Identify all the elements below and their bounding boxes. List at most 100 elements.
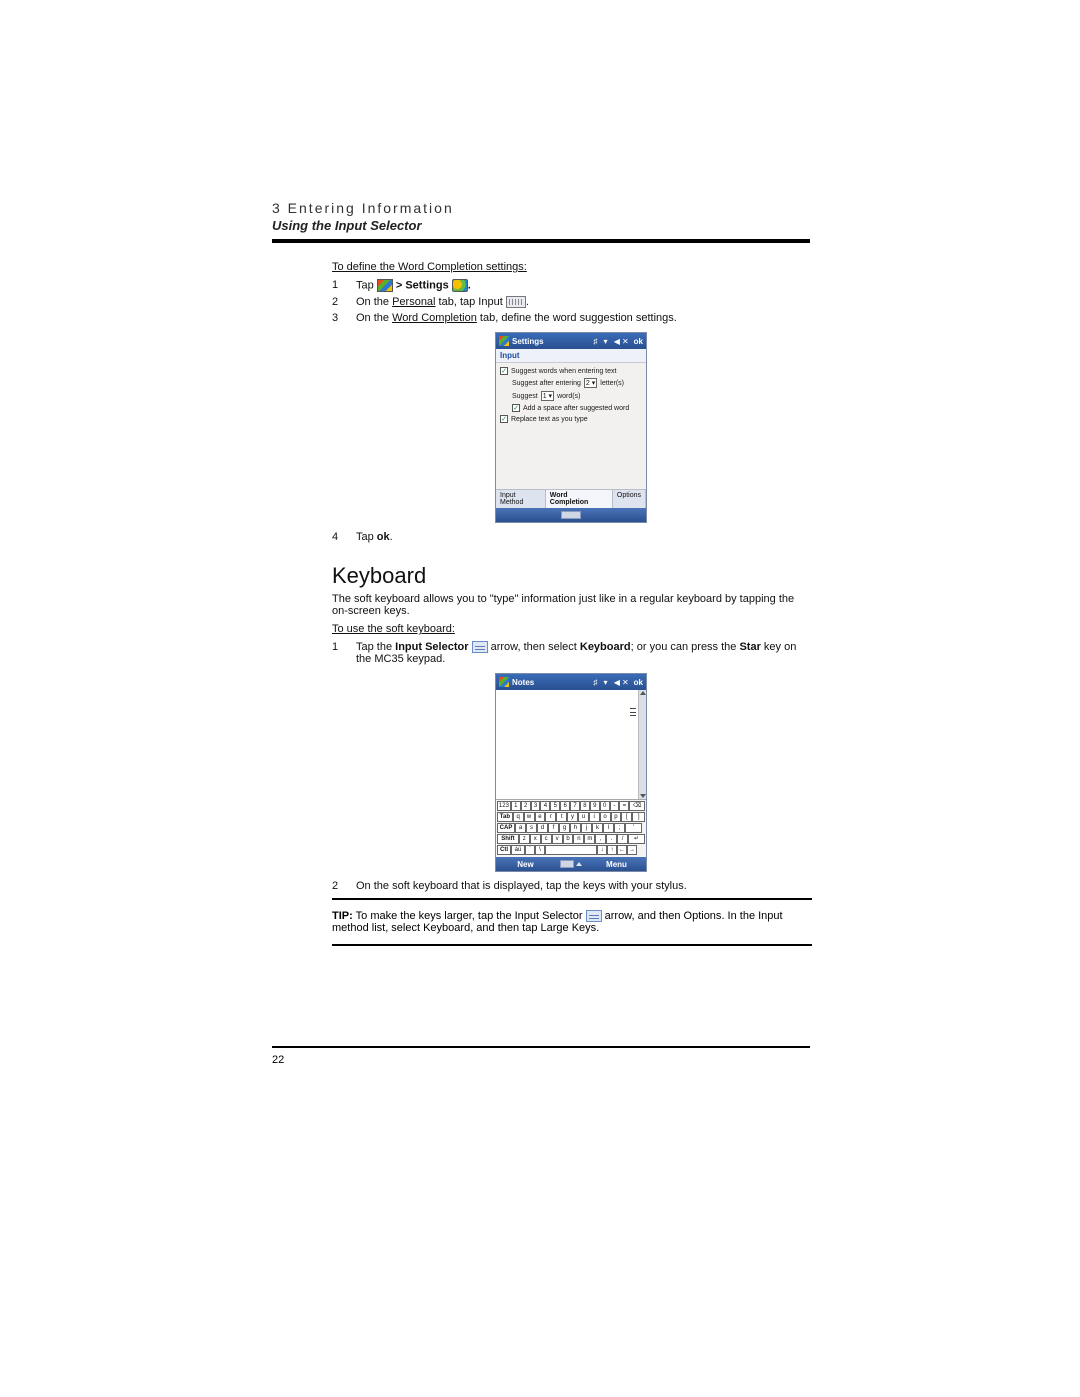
- start-icon: [499, 677, 509, 687]
- key-c[interactable]: c: [541, 834, 552, 844]
- key-↵[interactable]: ↵: [628, 834, 645, 844]
- key-m[interactable]: m: [584, 834, 595, 844]
- key--[interactable]: -: [610, 801, 620, 811]
- key-=[interactable]: =: [619, 801, 629, 811]
- key-←[interactable]: ←: [617, 845, 627, 855]
- key-Ctl[interactable]: Ctl: [497, 845, 511, 855]
- checkbox[interactable]: ✓: [512, 404, 520, 412]
- key-l[interactable]: l: [603, 823, 614, 833]
- key-t[interactable]: t: [556, 812, 567, 822]
- key-`[interactable]: `: [525, 845, 535, 855]
- key-j[interactable]: j: [581, 823, 592, 833]
- input-selector-icon: [472, 641, 488, 653]
- dropdown[interactable]: 1 ▾: [541, 391, 554, 401]
- key-u[interactable]: u: [578, 812, 589, 822]
- start-icon: [377, 279, 393, 292]
- ok-button[interactable]: ok: [634, 678, 643, 687]
- key-CAP[interactable]: CAP: [497, 823, 515, 833]
- key-space[interactable]: [545, 845, 597, 855]
- key-v[interactable]: v: [552, 834, 563, 844]
- key-.[interactable]: .: [606, 834, 617, 844]
- key-[[interactable]: [: [621, 812, 632, 822]
- key-1[interactable]: 1: [511, 801, 521, 811]
- dropdown[interactable]: 2 ▾: [584, 378, 597, 388]
- key-k[interactable]: k: [592, 823, 603, 833]
- key-'[interactable]: ': [625, 823, 642, 833]
- key-Shift[interactable]: Shift: [497, 834, 519, 844]
- text-bold: Star: [739, 641, 760, 653]
- key-4[interactable]: 4: [540, 801, 550, 811]
- key-q[interactable]: q: [513, 812, 524, 822]
- input-selector[interactable]: [555, 860, 587, 868]
- keyboard-icon: [560, 860, 574, 868]
- text-bold: Keyboard: [580, 641, 631, 653]
- key-d[interactable]: d: [537, 823, 548, 833]
- menu-button[interactable]: Menu: [587, 860, 646, 869]
- key-h[interactable]: h: [570, 823, 581, 833]
- key-][interactable]: ]: [632, 812, 645, 822]
- text-bold: Input Selector: [515, 910, 586, 922]
- step-number: 3: [332, 312, 356, 324]
- key-y[interactable]: y: [567, 812, 578, 822]
- key-↑[interactable]: ↑: [607, 845, 617, 855]
- tab-word-completion[interactable]: Word Completion: [546, 490, 613, 508]
- key-/[interactable]: /: [617, 834, 628, 844]
- key-;[interactable]: ;: [614, 823, 625, 833]
- key-g[interactable]: g: [559, 823, 570, 833]
- text-bold: > Settings: [393, 279, 452, 291]
- key-n[interactable]: n: [573, 834, 584, 844]
- chevron-up-icon: [576, 862, 582, 866]
- key-a[interactable]: a: [515, 823, 526, 833]
- key-i[interactable]: i: [589, 812, 600, 822]
- text: .: [526, 296, 529, 308]
- text-bold: ok: [377, 531, 390, 543]
- keyboard-toggle-icon[interactable]: [561, 511, 581, 519]
- ok-button[interactable]: ok: [634, 337, 643, 346]
- step-2: 2 On the Personal tab, tap Input .: [332, 296, 810, 308]
- key-2[interactable]: 2: [521, 801, 531, 811]
- key-6[interactable]: 6: [560, 801, 570, 811]
- text: tab, define the word suggestion settings…: [477, 312, 677, 324]
- text: arrow, and then: [602, 910, 684, 922]
- key-o[interactable]: o: [600, 812, 611, 822]
- tab-options[interactable]: Options: [613, 490, 646, 508]
- key-Tab[interactable]: Tab: [497, 812, 513, 822]
- key-→[interactable]: →: [627, 845, 637, 855]
- key-f[interactable]: f: [548, 823, 559, 833]
- step-3: 3 On the Word Completion tab, define the…: [332, 312, 810, 324]
- key-p[interactable]: p: [611, 812, 622, 822]
- key-r[interactable]: r: [545, 812, 556, 822]
- step-body: On the soft keyboard that is displayed, …: [356, 880, 810, 892]
- key-áü[interactable]: áü: [511, 845, 525, 855]
- tab-input-method[interactable]: Input Method: [496, 490, 546, 508]
- key-z[interactable]: z: [519, 834, 530, 844]
- scrollbar[interactable]: [638, 690, 646, 799]
- step-number: 4: [332, 531, 356, 543]
- key-s[interactable]: s: [526, 823, 537, 833]
- note-area[interactable]: [496, 690, 646, 800]
- key-⌫[interactable]: ⌫: [629, 801, 645, 811]
- key-7[interactable]: 7: [570, 801, 580, 811]
- text: .: [468, 279, 471, 291]
- checkbox[interactable]: ✓: [500, 415, 508, 423]
- screenshot-settings: Settings ♯ ▾ ◀✕ ok Input ✓Suggest words …: [495, 332, 647, 523]
- key-\[interactable]: \: [535, 845, 545, 855]
- checkbox[interactable]: ✓: [500, 367, 508, 375]
- procedure-2-title: To use the soft keyboard:: [332, 623, 810, 635]
- text-bold: Large Keys: [541, 922, 597, 934]
- key-e[interactable]: e: [535, 812, 546, 822]
- key-0[interactable]: 0: [600, 801, 610, 811]
- text: , and then tap: [470, 922, 540, 934]
- key-,[interactable]: ,: [595, 834, 606, 844]
- key-3[interactable]: 3: [531, 801, 541, 811]
- titlebar: Settings ♯ ▾ ◀✕ ok: [496, 333, 646, 349]
- key-5[interactable]: 5: [550, 801, 560, 811]
- key-9[interactable]: 9: [590, 801, 600, 811]
- key-b[interactable]: b: [563, 834, 574, 844]
- new-button[interactable]: New: [496, 860, 555, 869]
- key-123[interactable]: 123: [497, 801, 511, 811]
- key-↓[interactable]: ↓: [597, 845, 607, 855]
- key-8[interactable]: 8: [580, 801, 590, 811]
- key-w[interactable]: w: [524, 812, 535, 822]
- key-x[interactable]: x: [530, 834, 541, 844]
